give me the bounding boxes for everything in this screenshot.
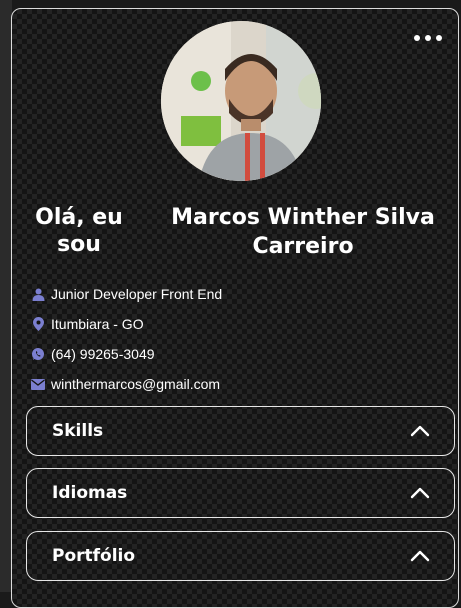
info-item-email[interactable]: winthermarcos@gmail.com	[31, 369, 441, 399]
info-phone-text: (64) 99265-3049	[51, 346, 155, 362]
profile-name: Marcos Winther Silva Carreiro	[171, 205, 435, 259]
accordion-label: Skills	[52, 421, 104, 441]
accordion-label: Portfólio	[52, 546, 136, 566]
chevron-up-icon	[410, 424, 430, 438]
more-options-button[interactable]	[414, 31, 442, 45]
info-email-text: winthermarcos@gmail.com	[51, 376, 221, 392]
accordion-label: Idiomas	[52, 483, 128, 503]
chevron-up-icon	[410, 549, 430, 563]
chevron-up-icon	[410, 486, 430, 500]
more-dots-icon	[425, 35, 431, 41]
info-item-phone[interactable]: (64) 99265-3049	[31, 339, 441, 369]
greeting-text: Olá, eu sou	[35, 205, 123, 257]
contact-info-list: Junior Developer Front End Itumbiara - G…	[31, 279, 441, 399]
accordion-portfolio[interactable]: Portfólio	[26, 531, 455, 581]
whatsapp-icon	[31, 347, 45, 361]
profile-photo	[161, 21, 321, 181]
person-icon	[31, 287, 45, 301]
location-pin-icon	[31, 317, 45, 331]
avatar	[161, 21, 321, 181]
info-item-role: Junior Developer Front End	[31, 279, 441, 309]
info-location-text: Itumbiara - GO	[51, 316, 144, 332]
more-dots-icon	[414, 35, 420, 41]
accordion-idiomas[interactable]: Idiomas	[26, 468, 455, 518]
profile-card: Olá, eu sou Marcos Winther Silva Carreir…	[11, 8, 459, 608]
more-dots-icon	[436, 35, 442, 41]
accordion-skills[interactable]: Skills	[26, 406, 455, 456]
info-role-text: Junior Developer Front End	[51, 286, 223, 302]
info-item-location: Itumbiara - GO	[31, 309, 441, 339]
mail-icon	[31, 377, 45, 391]
